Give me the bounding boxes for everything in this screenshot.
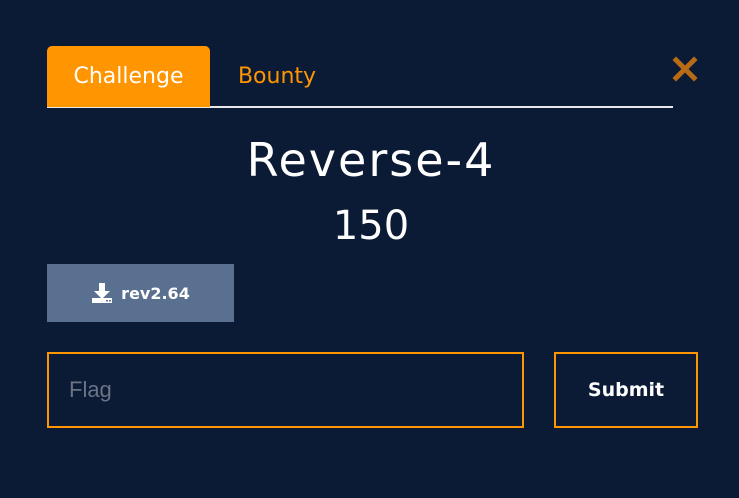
challenge-modal: Challenge Bounty Reverse-4 150 rev2.64 S…: [0, 0, 739, 498]
download-file-button[interactable]: rev2.64: [47, 264, 234, 322]
challenge-points: 150: [332, 203, 410, 249]
flag-input[interactable]: [47, 352, 524, 428]
tab-bar: Challenge Bounty: [47, 46, 673, 108]
submit-button[interactable]: Submit: [554, 352, 698, 428]
download-icon: [92, 283, 113, 303]
challenge-title: Reverse-4: [246, 133, 496, 187]
download-filename: rev2.64: [121, 283, 190, 303]
close-icon[interactable]: [672, 56, 698, 82]
tab-challenge[interactable]: Challenge: [47, 46, 210, 107]
tab-bounty[interactable]: Bounty: [210, 46, 344, 107]
